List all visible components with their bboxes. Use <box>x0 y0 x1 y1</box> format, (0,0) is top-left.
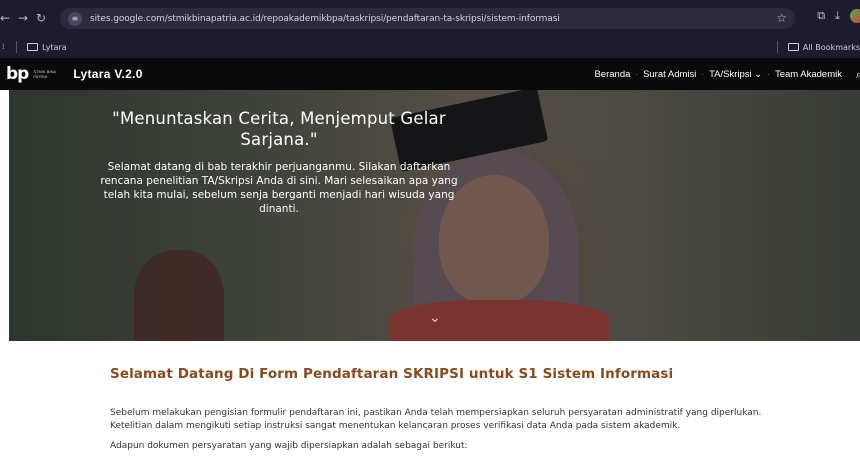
hero-text: "Menuntaskan Cerita, Menjemput Gelar Sar… <box>99 108 459 216</box>
hero-body: Selamat datang di bab terakhir perjuanga… <box>100 161 458 215</box>
bookmark-folder-label: Lytara <box>42 42 67 52</box>
hero-banner: "Menuntaskan Cerita, Menjemput Gelar Sar… <box>9 90 860 341</box>
menu-item-surat-admisi[interactable]: Surat Admisi <box>643 69 696 80</box>
bookmarks-bar: ⁝ Lytara All Bookmarks <box>0 36 860 58</box>
browser-chrome: ← → ↻ ≡ sites.google.com/stmikbinapatria… <box>0 0 860 58</box>
address-bar[interactable]: ≡ sites.google.com/stmikbinapatria.ac.id… <box>60 8 795 29</box>
profile-icon[interactable] <box>850 9 860 23</box>
bookmarks-divider <box>16 41 17 53</box>
menu-divider: · <box>701 69 705 79</box>
all-bookmarks[interactable]: All Bookmarks <box>776 41 860 53</box>
url-text[interactable]: sites.google.com/stmikbinapatria.ac.id/r… <box>90 14 560 24</box>
address-row: ← → ↻ ≡ sites.google.com/stmikbinapatria… <box>0 0 860 36</box>
forward-icon[interactable]: → <box>14 11 32 25</box>
chevron-down-icon: ⌄ <box>754 68 763 80</box>
menu-item-ta-skripsi-label: TA/Skripsi <box>709 68 752 80</box>
form-heading: Selamat Datang Di Form Pendaftaran SKRIP… <box>110 366 674 382</box>
menu-divider: · <box>635 69 639 79</box>
search-icon[interactable]: ⌕ <box>856 68 860 82</box>
requirements-intro: Adapun dokumen persyaratan yang wajib di… <box>110 441 468 451</box>
folder-icon <box>27 43 38 51</box>
cast-icon[interactable]: ⧉ <box>817 9 825 23</box>
apps-icon[interactable]: ⁝ <box>2 42 5 51</box>
star-icon[interactable]: ☆ <box>776 11 787 25</box>
menu-divider: · <box>767 69 770 79</box>
logo[interactable]: bp <box>6 64 29 84</box>
hero-title: "Menuntaskan Cerita, Menjemput Gelar Sar… <box>112 109 446 149</box>
site-title[interactable]: Lytara V.2.0 <box>73 67 142 81</box>
folder-icon <box>787 43 799 51</box>
site-info-icon[interactable]: ≡ <box>68 11 82 26</box>
menu-item-team-akademik[interactable]: Team Akademik <box>775 69 842 80</box>
all-bookmarks-label: All Bookmarks <box>802 42 860 52</box>
menu-item-beranda[interactable]: Beranda <box>594 69 630 80</box>
site-header: bp STMIK BINA PATRIA Lytara V.2.0 Berand… <box>0 58 860 90</box>
reload-icon[interactable]: ↻ <box>32 11 50 25</box>
main-content: Selamat Datang Di Form Pendaftaran SKRIP… <box>110 366 800 453</box>
bookmarks-divider <box>776 41 778 53</box>
bookmark-folder-lytara[interactable]: Lytara <box>27 43 67 52</box>
back-icon[interactable]: ← <box>0 11 14 25</box>
scroll-down-icon[interactable]: ⌄ <box>429 310 441 326</box>
download-icon[interactable]: ⤓ <box>835 9 840 23</box>
toolbar-icons: ⧉ ⤓ <box>817 9 860 23</box>
logo-caption: STMIK BINA PATRIA <box>33 69 56 79</box>
menu-item-ta-skripsi[interactable]: TA/Skripsi ⌄ <box>709 69 762 80</box>
main-menu: Beranda · Surat Admisi · TA/Skripsi ⌄ · … <box>594 58 842 90</box>
intro-paragraph: Sebelum melakukan pengisian formulir pen… <box>110 408 762 431</box>
